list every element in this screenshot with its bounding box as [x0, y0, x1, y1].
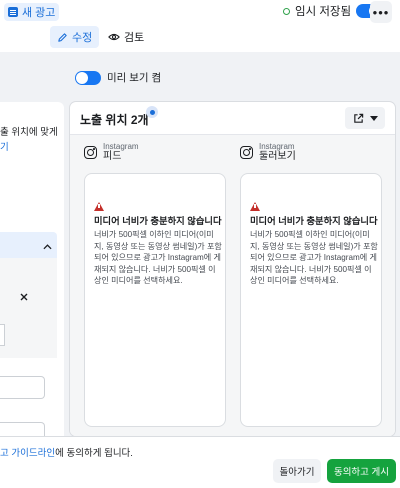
warning-title: 미디어 너비가 충분하지 않습니다: [94, 216, 222, 226]
footer: 고 가이드라인에 동의하게 됩니다. 돌아가기 동의하고 게시: [0, 436, 400, 488]
draft-status: 임시 저장됨: [283, 3, 383, 19]
preview-toggle[interactable]: 미리 보기 켬: [75, 70, 161, 85]
new-ad-label: 새 광고: [22, 7, 56, 19]
review-mode-label: 검토: [124, 32, 145, 44]
agree-and-publish-button[interactable]: 동의하고 게시: [327, 459, 396, 483]
external-link-icon: [353, 113, 363, 123]
agreement-text: 고 가이드라인에 동의하게 됩니다.: [0, 445, 133, 459]
warning-message: 너비가 500픽셀 이하인 미디어(이미지, 동영상 또는 동영상 썸네일)가 …: [94, 230, 222, 286]
instagram-icon: [240, 146, 253, 159]
mode-bar: 수정 검토: [0, 26, 400, 50]
review-mode-button[interactable]: 검토: [104, 26, 148, 48]
caret-down-icon: [369, 115, 378, 121]
text-field[interactable]: [0, 376, 45, 399]
warning-title: 미디어 너비가 충분하지 않습니다: [250, 216, 378, 226]
preview-toggle-label: 미리 보기 켬: [107, 72, 162, 84]
open-preview-button[interactable]: [345, 107, 385, 129]
edit-panel: 출 위치에 맞게 기: [0, 102, 64, 436]
agreement-suffix: 에 동의하게 됩니다.: [55, 448, 133, 459]
hotspot-indicator[interactable]: [146, 106, 158, 118]
placement-name: 피드: [103, 151, 122, 162]
platform-name: Instagram: [103, 142, 139, 151]
edit-panel-text: 출 위치에 맞게: [0, 127, 58, 138]
eye-icon: [108, 33, 120, 41]
edit-panel-link[interactable]: 기: [0, 139, 9, 153]
draft-label: 임시 저장됨: [295, 6, 352, 18]
close-icon[interactable]: [20, 292, 28, 304]
warning-icon: [94, 202, 104, 211]
ad-preview: 미디어 너비가 충분하지 않습니다 너비가 500픽셀 이하인 미디어(이미지,…: [240, 173, 382, 427]
placement-header: Instagram 둘러보기: [240, 142, 296, 163]
ad-preview: 미디어 너비가 충분하지 않습니다 너비가 500픽셀 이하인 미디어(이미지,…: [84, 173, 226, 427]
placement-list: Instagram 피드 미디어 너비가 충분하지 않습니다 너비가 500픽셀…: [70, 135, 395, 436]
ad-icon: [8, 7, 18, 17]
platform-name: Instagram: [259, 142, 295, 151]
top-bar: 새 광고 임시 저장됨 •••: [0, 0, 400, 26]
warning-icon: [250, 202, 260, 211]
new-ad-tab[interactable]: 새 광고: [4, 3, 60, 21]
media-tile[interactable]: [0, 324, 5, 346]
main-area: 미리 보기 켬 출 위치에 맞게 기 노출 위치 2개 Instagram 피드…: [0, 52, 400, 436]
media-area: [0, 258, 57, 358]
back-button[interactable]: 돌아가기: [273, 459, 321, 483]
placement-count-title: 노출 위치 2개: [80, 113, 149, 127]
chevron-up-icon[interactable]: [43, 242, 52, 252]
placement-header: Instagram 피드: [84, 142, 139, 163]
more-icon: •••: [372, 4, 390, 20]
preview-switch[interactable]: [75, 70, 101, 85]
text-field[interactable]: [0, 422, 45, 436]
instagram-icon: [84, 146, 97, 159]
draft-status-icon: [283, 7, 290, 15]
warning-message: 너비가 500픽셀 이하인 미디어(이미지, 동영상 또는 동영상 썸네일)가 …: [250, 230, 378, 286]
pencil-icon: [58, 32, 67, 42]
placement-preview-card: 노출 위치 2개 Instagram 피드 미디어 너비가 충분하지 않습니다 …: [70, 102, 395, 436]
placement-name: 둘러보기: [259, 151, 296, 162]
more-options-button[interactable]: •••: [370, 1, 392, 23]
guidelines-link[interactable]: 고 가이드라인: [0, 448, 55, 459]
edit-mode-label: 수정: [72, 32, 93, 44]
edit-mode-button[interactable]: 수정: [50, 26, 100, 48]
